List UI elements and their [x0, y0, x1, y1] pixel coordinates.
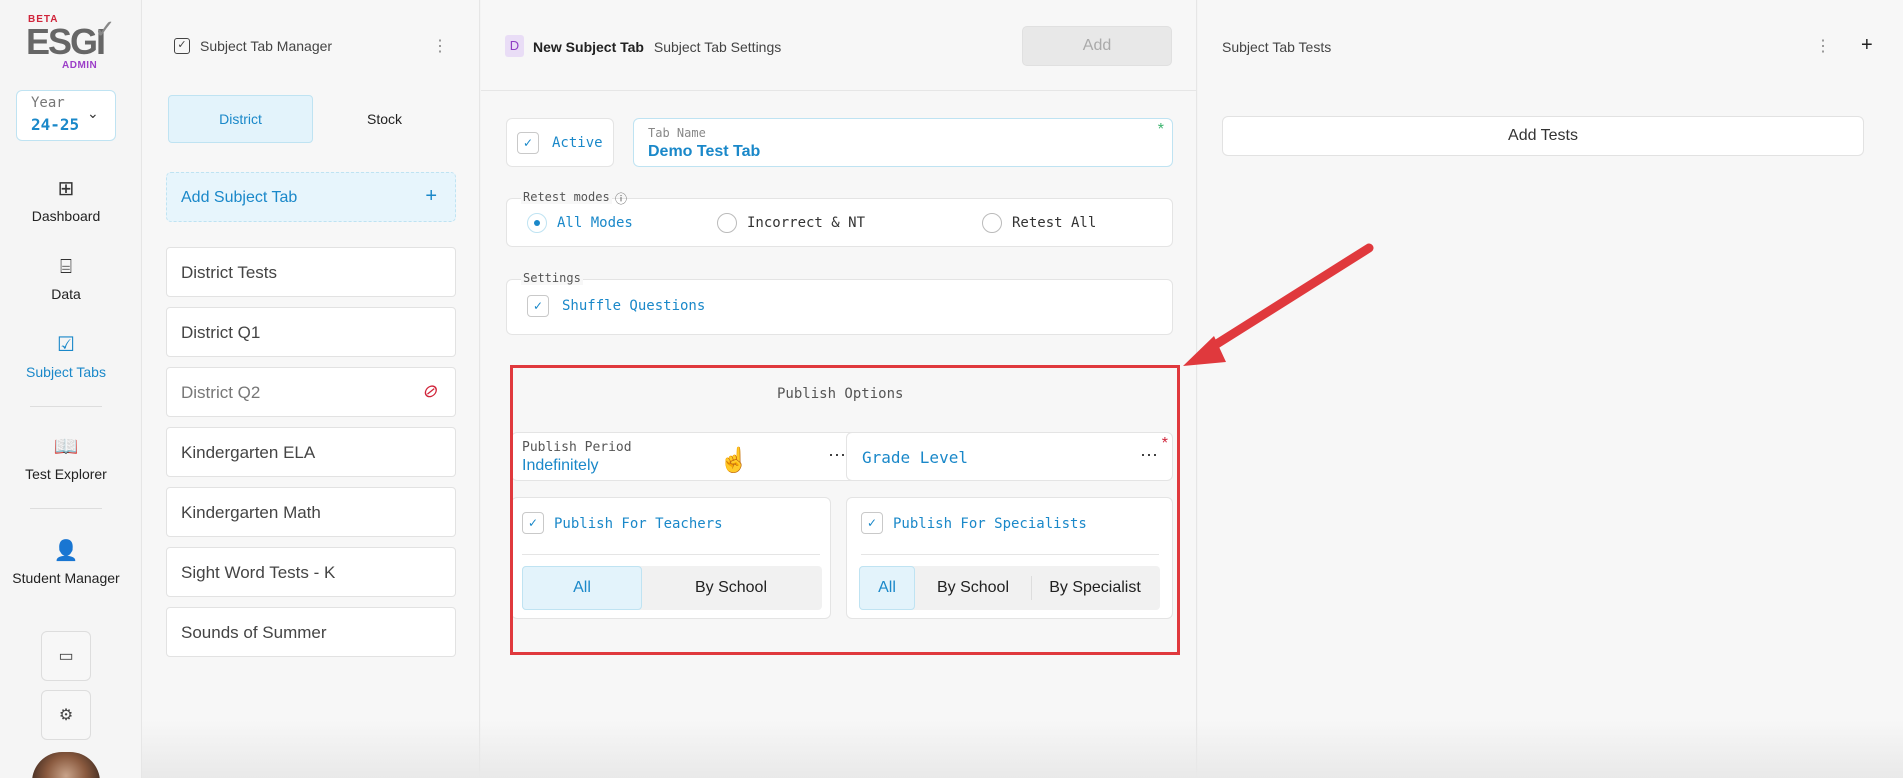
annotation-arrow	[1183, 243, 1374, 366]
arrow-shaft	[1199, 243, 1374, 357]
